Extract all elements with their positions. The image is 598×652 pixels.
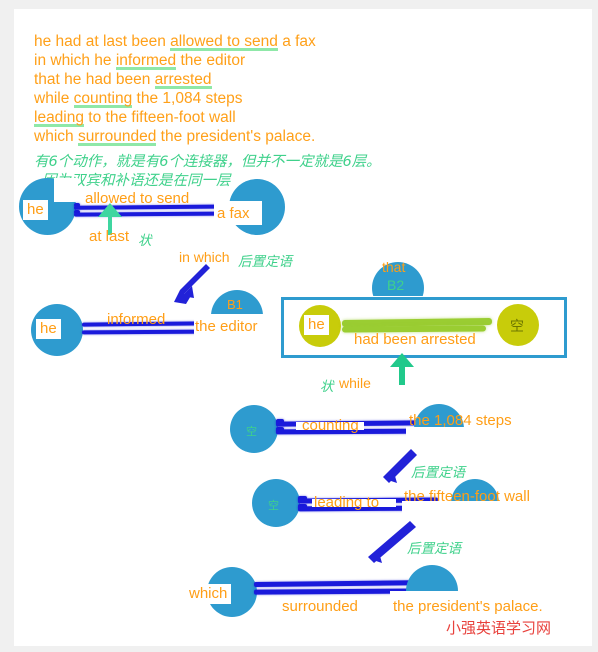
- node-row1-subject-label: he: [23, 200, 48, 220]
- sentence-2-post: the editor: [176, 52, 246, 69]
- watermark: 小强英语学习网: [446, 619, 552, 637]
- sentence-4-pre: while: [34, 90, 74, 107]
- sentence-4-highlight: counting: [73, 90, 133, 108]
- node-row2-subject-label: he: [36, 319, 61, 339]
- sentence-line-5: leading to the fifteen-foot wall: [34, 109, 236, 127]
- row1-adverbial-label: at last: [89, 228, 130, 245]
- row3-verb-label: counting: [302, 417, 359, 434]
- sentence-6-highlight: surrounded: [77, 128, 157, 146]
- row2-object-level-label: B1: [227, 297, 243, 312]
- node-clause-object-label: 空: [510, 319, 524, 335]
- row2-conn-lower: [81, 329, 207, 335]
- sentence-6-post: the president's palace.: [156, 128, 316, 145]
- sentence-5-post: to the fifteen-foot wall: [84, 109, 236, 126]
- row3-connector-tag: 状: [320, 379, 334, 395]
- node-row2-object-label: the editor: [195, 318, 258, 335]
- clause-verb-label: had been arrested: [354, 331, 476, 348]
- sentence-2-highlight: informed: [115, 52, 177, 70]
- sentence-1-post: a fax: [277, 33, 316, 50]
- node-row4-object-label: the fifteen-foot wall: [404, 488, 530, 505]
- clause-connector-label: that: [382, 259, 406, 275]
- row5-verb-label: surrounded: [282, 598, 358, 615]
- sentence-2-pre: in which he: [34, 52, 116, 69]
- node-row3-subject-label: 空: [246, 425, 257, 438]
- note-line-1: 有6个动作，就是有6个连接器，但并不一定就是6层。: [34, 154, 381, 170]
- sentence-4-post: the 1,084 steps: [132, 90, 243, 107]
- sentence-6-pre: which: [34, 128, 78, 145]
- sentence-line-2: in which he informed the editor: [34, 52, 245, 70]
- diagram-canvas: he had at last been allowed to send a fa…: [14, 9, 592, 646]
- node-row1-object-label: a fax: [217, 205, 250, 222]
- row3-connector-label: while: [339, 375, 371, 391]
- clause-connector-level-label: B2: [387, 277, 405, 293]
- down-left-arrow-icon-1: [174, 264, 212, 304]
- node-row5-object-label: the president's palace.: [393, 598, 543, 615]
- row2-verb-label: informed: [107, 311, 166, 328]
- row2-connector-tag: 后置定语: [238, 254, 292, 270]
- sentence-1-highlight: allowed to send: [170, 33, 278, 51]
- sentence-line-3: that he had been arrested: [34, 71, 212, 89]
- row1-adverbial-tag: 状: [138, 233, 152, 249]
- sentence-line-6: which surrounded the president's palace.: [34, 128, 315, 146]
- sentence-line-4: while counting the 1,084 steps: [34, 90, 243, 108]
- node-clause-subject-label: he: [304, 315, 329, 335]
- node-row5-subject-label: which: [185, 584, 232, 604]
- node-row4-subject-label: 空: [268, 499, 279, 512]
- row2-connector-label: in which: [179, 249, 230, 265]
- sentence-3-highlight: arrested: [154, 71, 212, 89]
- sentence-3-pre: that he had been: [34, 71, 155, 88]
- clause-up-arrow-icon: [390, 353, 414, 385]
- row5-connector-tag: 后置定语: [407, 541, 461, 557]
- node-row4-object-notch: [402, 501, 562, 531]
- down-left-arrow-icon-2: [383, 449, 417, 483]
- node-row3-object-notch: [406, 427, 542, 457]
- sentence-line-1: he had at last been allowed to send a fa…: [34, 33, 316, 51]
- row4-connector-tag: 后置定语: [411, 465, 465, 481]
- row4-verb-label: leading to: [314, 494, 380, 511]
- node-row1-subject-notch: [54, 178, 78, 202]
- node-row3-object-label: the 1,084 steps: [409, 412, 512, 429]
- sentence-1-pre: he had at last been: [34, 33, 171, 50]
- sentence-5-highlight: leading: [34, 109, 84, 127]
